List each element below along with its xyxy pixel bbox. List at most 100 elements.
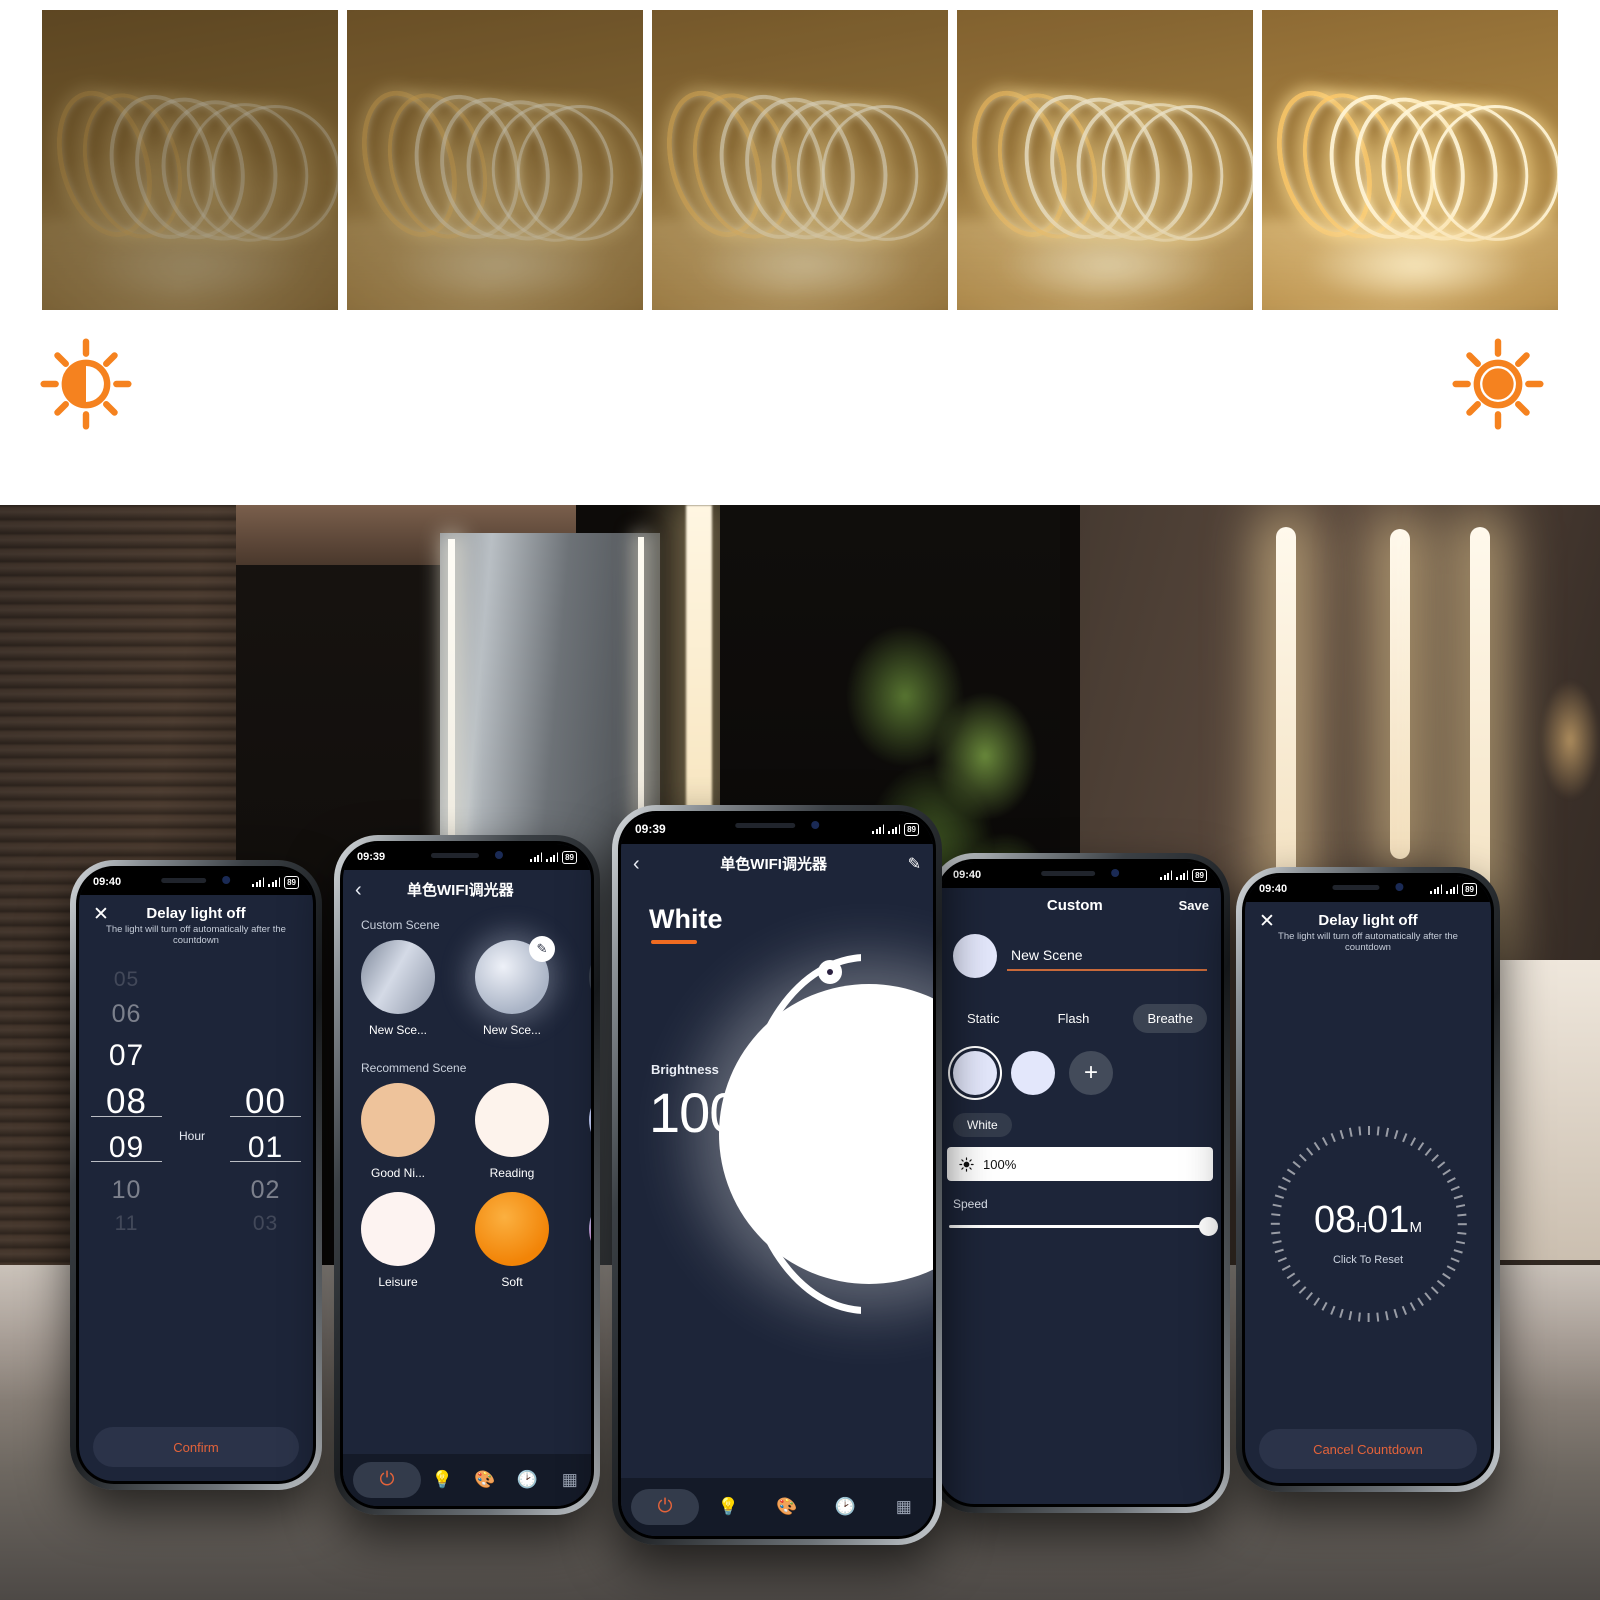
nav-title: 单色WIFI调光器 (407, 882, 514, 899)
close-icon[interactable]: ✕ (93, 905, 109, 924)
speed-slider-knob[interactable] (1199, 1217, 1218, 1236)
countdown-tick (1410, 1302, 1416, 1311)
countdown-tick (1393, 1129, 1399, 1140)
tab-scene[interactable]: 🎨 (464, 1470, 507, 1490)
tab-schedule[interactable]: 🕑 (506, 1470, 549, 1490)
tab-white[interactable]: 💡 (699, 1497, 758, 1517)
minute-option[interactable]: 03 (218, 1209, 313, 1239)
phone-screen[interactable]: 09:40 89 ✕ Delay light off The light wil… (79, 869, 313, 1481)
custom-scene-item[interactable]: New Sce... (361, 940, 435, 1037)
battery-icon: 89 (562, 850, 577, 864)
hour-option[interactable]: 11 (79, 1209, 174, 1239)
phone-delay-picker[interactable]: 09:40 89 ✕ Delay light off The light wil… (70, 860, 322, 1490)
notch (409, 844, 525, 866)
pencil-icon[interactable]: ✎ (908, 854, 921, 874)
mode-underline (651, 940, 697, 944)
countdown-tick (1368, 1126, 1370, 1135)
phone-screen[interactable]: 09:40 89 ✕ Delay light off The light wil… (1245, 876, 1491, 1483)
phone-screen[interactable]: 09:39 89 ‹ 单色WIFI调光器 Custom Scene New Sc… (343, 844, 591, 1506)
brightness-dial-knob[interactable] (818, 960, 842, 984)
countdown-time[interactable]: 08H01M (1245, 1199, 1491, 1242)
status-bar: 09:40 89 (939, 862, 1221, 888)
cancel-countdown-button[interactable]: Cancel Countdown (1259, 1429, 1477, 1469)
recommend-scene-item[interactable]: Leisure (361, 1192, 435, 1289)
reset-hint[interactable]: Click To Reset (1245, 1254, 1491, 1266)
tab-schedule[interactable]: 🕑 (816, 1497, 875, 1517)
battery-icon: 89 (1462, 882, 1477, 896)
white-chip[interactable]: White (953, 1113, 1012, 1137)
minute-selected[interactable]: 00 (218, 1079, 313, 1125)
mode-segment-row[interactable]: Static Flash Breathe (939, 978, 1221, 1033)
recommend-scene-item[interactable]: Soft (475, 1192, 549, 1289)
scene-swatch[interactable] (361, 940, 435, 1014)
minute-wheel[interactable]: 00 00 00 00 01 02 03 Minute (218, 965, 313, 1239)
recommend-scene-item[interactable]: Reading (475, 1083, 549, 1180)
countdown-tick (1339, 1129, 1344, 1140)
countdown-tick (1298, 1154, 1307, 1162)
selection-line-top (91, 1116, 162, 1117)
hour-selected[interactable]: 08 (79, 1079, 174, 1125)
bottom-tab-bar[interactable]: ⏻ 💡 🎨 🕑 ▦ (343, 1454, 591, 1506)
brightness-slider-field[interactable]: 100% (947, 1147, 1213, 1181)
speed-slider-track[interactable] (949, 1217, 1218, 1236)
front-camera (1395, 883, 1404, 891)
hour-option[interactable]: 07 (79, 1033, 174, 1079)
power-icon[interactable]: ⏻ (353, 1462, 421, 1498)
custom-scene-item[interactable]: ✎ New Sce... (475, 936, 555, 1037)
hour-option[interactable]: 09 (79, 1125, 174, 1171)
confirm-button[interactable]: Confirm (93, 1427, 299, 1467)
minute-option[interactable]: 02 (218, 1171, 313, 1209)
pencil-icon[interactable]: ✎ (529, 936, 555, 962)
scene-preview-dot[interactable] (953, 934, 997, 978)
mode-flash[interactable]: Flash (1044, 1004, 1104, 1033)
hour-option[interactable]: 05 (79, 965, 174, 995)
scene-swatch[interactable] (589, 1083, 591, 1157)
hour-option[interactable]: 06 (79, 995, 174, 1033)
phone-scenes[interactable]: 09:39 89 ‹ 单色WIFI调光器 Custom Scene New Sc… (334, 835, 600, 1515)
signal-icon (530, 852, 543, 862)
signal-icon (872, 824, 885, 834)
mode-breathe[interactable]: Breathe (1133, 1004, 1207, 1033)
recommend-scene-item[interactable]: Good Ni... (361, 1083, 435, 1180)
bottom-tab-bar[interactable]: ⏻ 💡 🎨 🕑 ▦ (621, 1478, 933, 1536)
scene-swatch[interactable] (475, 1192, 549, 1266)
tab-scene[interactable]: 🎨 (758, 1497, 817, 1517)
hour-option[interactable]: 10 (79, 1171, 174, 1209)
color-dot-row[interactable]: + (939, 1033, 1221, 1095)
add-scene-button[interactable]: + (589, 940, 591, 1014)
mode-static[interactable]: Static (953, 1004, 1014, 1033)
chevron-left-icon[interactable]: ‹ (355, 880, 362, 900)
hour-wheel[interactable]: 05 06 07 08 09 10 11 Hour (79, 965, 205, 1239)
photo-light-pool (388, 226, 614, 304)
tab-white[interactable]: 💡 (421, 1470, 464, 1490)
phone-brightness[interactable]: 09:39 89 ‹ 单色WIFI调光器 ✎ White Brightness … (612, 805, 942, 1545)
recommend-scene-item[interactable]: Dynam... (589, 1192, 591, 1289)
phone-screen[interactable]: 09:39 89 ‹ 单色WIFI调光器 ✎ White Brightness … (621, 814, 933, 1536)
led-photo-1 (42, 10, 338, 310)
scene-swatch[interactable] (361, 1083, 435, 1157)
phone-countdown[interactable]: 09:40 89 ✕ Delay light off The light wil… (1236, 867, 1500, 1492)
status-indicators: 89 (1430, 882, 1477, 896)
tab-more[interactable]: ▦ (875, 1497, 934, 1517)
add-scene-cell[interactable]: + (589, 940, 591, 1037)
close-icon[interactable]: ✕ (1259, 912, 1275, 931)
scene-swatch[interactable] (589, 1192, 591, 1266)
color-dot-selected[interactable] (953, 1051, 997, 1095)
countdown-tick (1385, 1127, 1389, 1137)
chevron-left-icon[interactable]: ‹ (633, 854, 640, 874)
color-dot[interactable] (1011, 1051, 1055, 1095)
add-color-button[interactable]: + (1069, 1051, 1113, 1095)
page-subtitle: The light will turn off automatically af… (1278, 931, 1458, 953)
time-picker[interactable]: 05 06 07 08 09 10 11 Hour 00 00 (79, 965, 313, 1239)
phone-custom-editor[interactable]: 09:40 89 Custom Save New Scene Static Fl… (930, 853, 1230, 1513)
save-button[interactable]: Save (1179, 898, 1209, 913)
tab-more[interactable]: ▦ (549, 1470, 592, 1490)
minute-option[interactable]: 01 (218, 1125, 313, 1171)
scene-name-input[interactable] (1007, 941, 1207, 971)
recommend-scene-item[interactable]: Workin... (589, 1083, 591, 1180)
scene-swatch[interactable] (475, 1083, 549, 1157)
phone-screen[interactable]: 09:40 89 Custom Save New Scene Static Fl… (939, 862, 1221, 1504)
scene-swatch[interactable] (361, 1192, 435, 1266)
power-icon[interactable]: ⏻ (631, 1489, 699, 1525)
countdown-tick (1281, 1177, 1291, 1183)
